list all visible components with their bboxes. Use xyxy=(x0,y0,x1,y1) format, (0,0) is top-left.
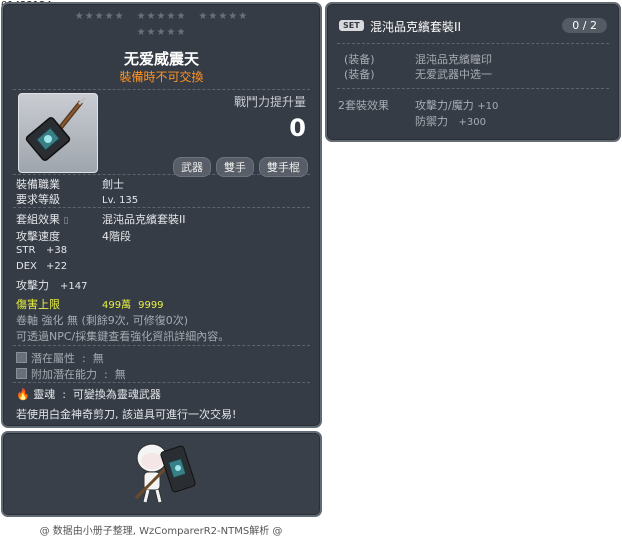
npc-info: 可透過NPC/採集鍵查看強化資訊詳細內容。 xyxy=(16,330,230,343)
power-value: 0 xyxy=(289,114,306,142)
damage-cap-row: 傷害上限 499萬 9999 xyxy=(16,298,164,311)
character-preview-icon xyxy=(134,443,196,503)
star-force-row-1: ★★★★★ ★★★★★ ★★★★★ xyxy=(74,11,249,22)
set-effect-panel: SET 混沌品克繽套裝II 0 / 2 (装备) 混沌品克繽瞳印 (装备) 无爱… xyxy=(325,2,621,142)
set-title: 混沌品克繽套裝II xyxy=(370,20,462,34)
divider xyxy=(13,174,310,175)
divider xyxy=(13,345,310,346)
additional-potential-icon xyxy=(16,368,27,379)
additional-potential-row: 附加潛在能力 : 無 xyxy=(16,366,126,382)
set-item-slot-2: (装备) xyxy=(344,68,375,81)
set-item-name-2: 无爱武器中选一 xyxy=(415,68,492,81)
potential-icon xyxy=(16,352,27,363)
attack-row: 攻擊力 +147 xyxy=(16,279,88,292)
item-name: 无爱威震天 xyxy=(123,50,199,68)
hammer-icon xyxy=(25,96,87,161)
scroll-info: 卷軸 強化 無 (剩餘9次, 可修復0次) xyxy=(16,314,189,327)
soul-row: 🔥 靈魂 : 可變換為靈魂武器 xyxy=(16,388,161,401)
set-count: 0 / 2 xyxy=(562,18,607,33)
divider xyxy=(13,207,310,208)
attack-speed-row: 攻擊速度 4階段 xyxy=(16,230,131,243)
scissors-info: 若使用白金神奇剪刀, 該道具可進行一次交易! xyxy=(16,408,237,421)
set-effect-2: 防禦力 +300 xyxy=(415,115,486,128)
divider xyxy=(337,88,609,89)
set-effect-1: 攻擊力/魔力 +10 xyxy=(415,99,499,112)
power-label: 戰鬥力提升量 xyxy=(233,95,306,109)
set-item-slot-1: (装备) xyxy=(344,53,375,66)
divider xyxy=(13,89,310,90)
level-row: 要求等級 Lv. 135 xyxy=(16,193,139,206)
set-item-name-1: 混沌品克繽瞳印 xyxy=(415,53,492,66)
trade-note: 裝備時不可交換 xyxy=(119,70,204,84)
set-effect-row: 套組效果 ▯ 混沌品克繽套裝II xyxy=(16,213,186,226)
flame-icon: 🔥 xyxy=(16,388,30,401)
set-effect-label: 2套裝效果 xyxy=(338,99,389,112)
divider xyxy=(13,382,310,383)
str-row: STR +38 xyxy=(16,245,68,256)
item-tooltip: ★★★★★ ★★★★★ ★★★★★ ★★★★★ 无爱威震天 裝備時不可交換 戰鬥力提… xyxy=(1,2,322,428)
avatar-preview-panel xyxy=(1,431,322,517)
potential-row: 潛在屬性 : 無 xyxy=(16,350,104,366)
dex-row: DEX +22 xyxy=(16,261,68,272)
lock-icon: ▯ xyxy=(63,216,69,226)
credit-text: @ 数据由小册子整理, WzComparerR2-NTMS解析 @ xyxy=(39,526,283,537)
set-badge: SET xyxy=(339,20,364,31)
divider xyxy=(337,43,609,44)
star-force-row-2: ★★★★★ xyxy=(136,27,187,38)
item-icon-frame xyxy=(18,93,98,173)
job-row: 裝備職業 劍士 xyxy=(16,178,124,191)
